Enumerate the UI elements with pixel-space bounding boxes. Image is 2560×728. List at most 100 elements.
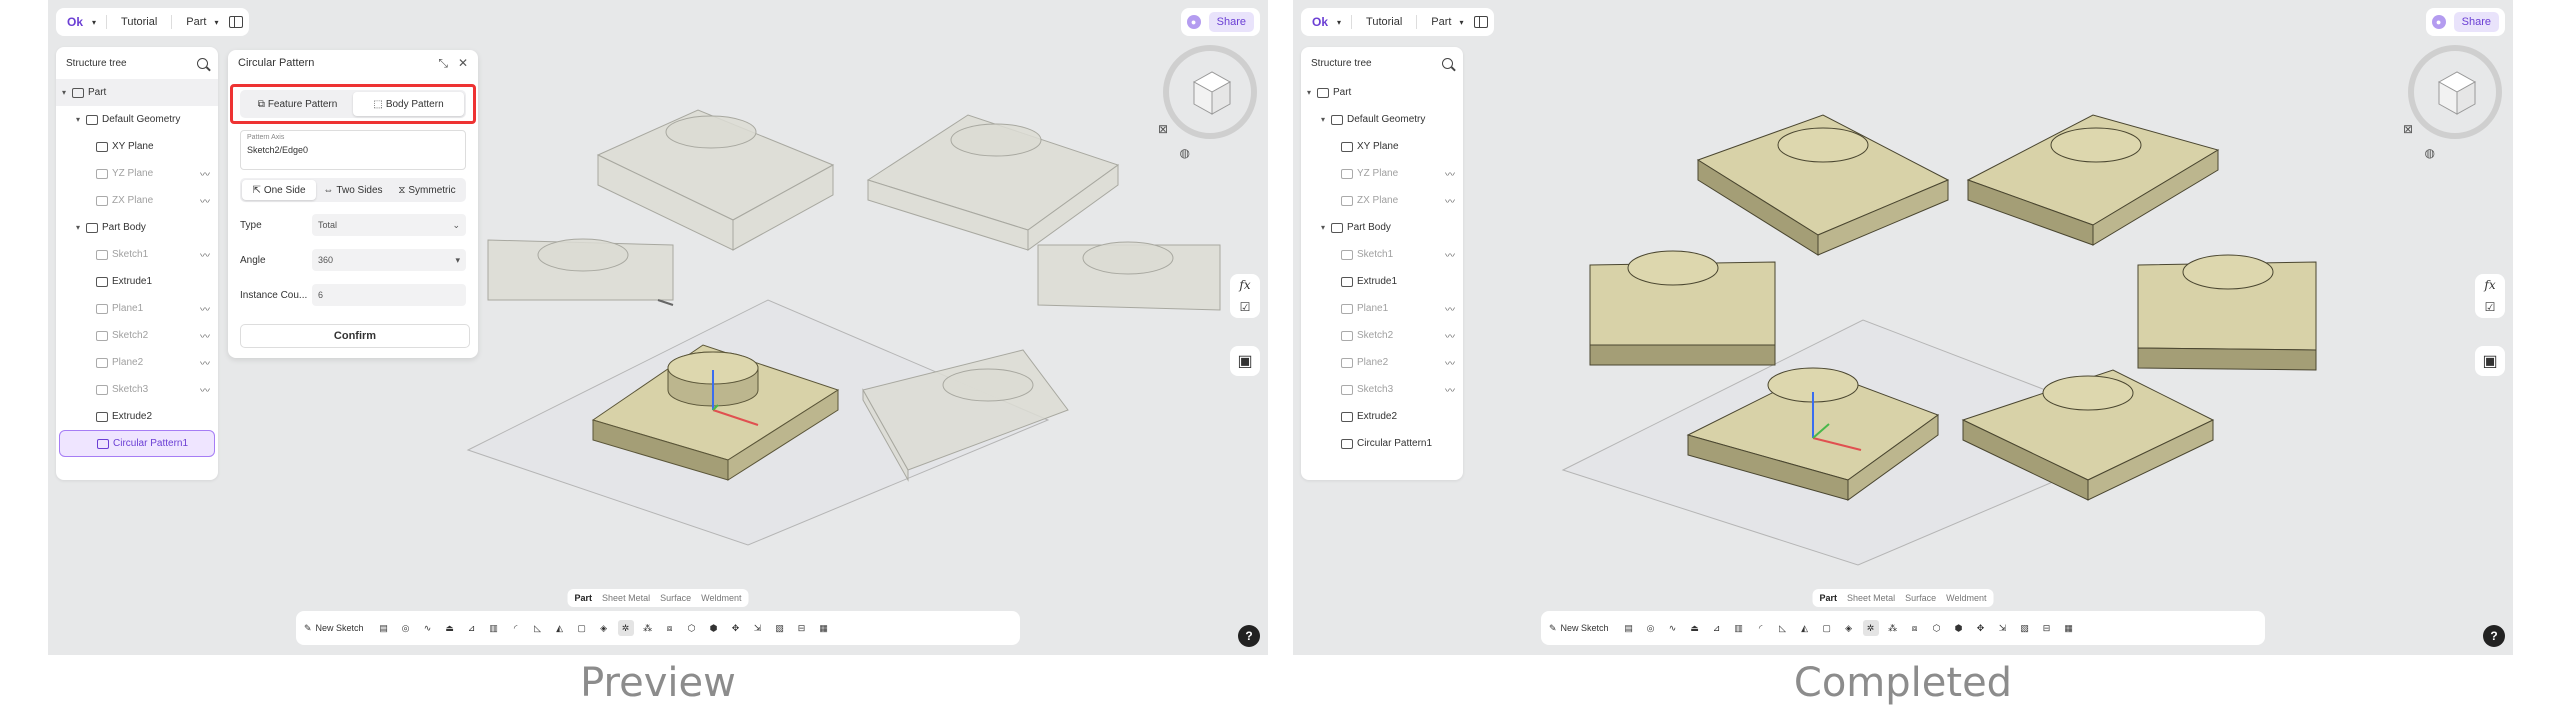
tree-item-sketch1[interactable]: Sketch1 〰 — [1301, 241, 1463, 268]
scale-tool-icon[interactable]: ⇲ — [1995, 620, 2011, 636]
new-sketch-button[interactable]: ✎ New Sketch — [304, 623, 370, 634]
inspector-panel-button[interactable]: ▣ — [1230, 346, 1260, 376]
shell-tool-icon[interactable]: ▢ — [574, 620, 590, 636]
tree-item-extrude2[interactable]: Extrude2 — [56, 403, 218, 430]
formula-icon[interactable]: fx — [1239, 278, 1250, 292]
mirror-tool-icon[interactable]: ⧈ — [1907, 620, 1923, 636]
tree-item-part[interactable]: ▾ Part — [56, 79, 218, 106]
draft-tool-icon[interactable]: ◭ — [552, 620, 568, 636]
tree-item-plane1[interactable]: Plane1 〰 — [1301, 295, 1463, 322]
eye-hidden-icon[interactable]: 〰 — [200, 247, 210, 262]
angle-input[interactable]: 360 ▾ — [312, 249, 466, 271]
share-button[interactable]: Share — [1208, 12, 1254, 32]
tree-item-zx-plane[interactable]: ZX Plane 〰 — [1301, 187, 1463, 214]
draft-tool-icon[interactable]: ◭ — [1797, 620, 1813, 636]
tree-item-sketch2[interactable]: Sketch2 〰 — [56, 322, 218, 349]
tab-sheet-metal[interactable]: Sheet Metal — [1842, 591, 1900, 605]
tree-item-default-geometry[interactable]: ▾ Default Geometry — [56, 106, 218, 133]
chevron-down-icon[interactable]: ▾ — [76, 115, 86, 124]
close-icon[interactable]: ✕ — [458, 56, 468, 71]
more-tools-icon[interactable]: ▦ — [816, 620, 832, 636]
tree-item-zx-plane[interactable]: ZX Plane 〰 — [56, 187, 218, 214]
circular-pattern-tool-icon[interactable]: ✲ — [1862, 620, 1879, 636]
chevron-down-icon[interactable]: ▾ — [1337, 18, 1341, 27]
two-sides-option[interactable]: ⇔ Two Sides — [316, 180, 390, 200]
chevron-down-icon[interactable]: ▾ — [62, 88, 72, 97]
user-avatar-icon[interactable]: ● — [2431, 15, 2446, 29]
eye-hidden-icon[interactable]: 〰 — [200, 193, 210, 208]
fillet-tool-icon[interactable]: ◜ — [1753, 620, 1769, 636]
eye-hidden-icon[interactable]: 〰 — [1445, 355, 1455, 370]
eye-hidden-icon[interactable]: 〰 — [1445, 247, 1455, 262]
shell-tool-icon[interactable]: ▢ — [1819, 620, 1835, 636]
chamfer-tool-icon[interactable]: ◺ — [1775, 620, 1791, 636]
eye-hidden-icon[interactable]: 〰 — [200, 355, 210, 370]
eye-hidden-icon[interactable]: 〰 — [200, 328, 210, 343]
view-cube[interactable] — [2407, 44, 2503, 140]
confirm-button[interactable]: Confirm — [240, 324, 470, 348]
tree-item-xy-plane[interactable]: XY Plane — [56, 133, 218, 160]
eye-hidden-icon[interactable]: 〰 — [1445, 328, 1455, 343]
tree-item-sketch3[interactable]: Sketch3 〰 — [56, 376, 218, 403]
fit-view-icon[interactable]: ⊠ — [1158, 122, 1168, 136]
tab-weldment[interactable]: Weldment — [696, 591, 746, 605]
one-side-option[interactable]: ⇱ One Side — [242, 180, 316, 200]
sweep-tool-icon[interactable]: ∿ — [420, 620, 436, 636]
hole-tool-icon[interactable]: ◈ — [596, 620, 612, 636]
tab-sheet-metal[interactable]: Sheet Metal — [597, 591, 655, 605]
tree-item-sketch3[interactable]: Sketch3 〰 — [1301, 376, 1463, 403]
hole-tool-icon[interactable]: ◈ — [1841, 620, 1857, 636]
tree-item-yz-plane[interactable]: YZ Plane 〰 — [56, 160, 218, 187]
eye-hidden-icon[interactable]: 〰 — [1445, 166, 1455, 181]
rib-tool-icon[interactable]: ⊿ — [1709, 620, 1725, 636]
tab-surface[interactable]: Surface — [655, 591, 696, 605]
loft-tool-icon[interactable]: ⏏ — [442, 620, 458, 636]
linear-pattern-tool-icon[interactable]: ⁂ — [1885, 620, 1901, 636]
new-sketch-button[interactable]: ✎ New Sketch — [1549, 623, 1615, 634]
fit-view-icon[interactable]: ⊠ — [2403, 122, 2413, 136]
move-body-tool-icon[interactable]: ✥ — [728, 620, 744, 636]
tab-part[interactable]: Part — [1815, 591, 1843, 605]
tab-part[interactable]: Part — [570, 591, 598, 605]
tab-surface[interactable]: Surface — [1900, 591, 1941, 605]
tab-weldment[interactable]: Weldment — [1941, 591, 1991, 605]
scale-tool-icon[interactable]: ⇲ — [750, 620, 766, 636]
symmetric-option[interactable]: ⧖ Symmetric — [390, 180, 464, 200]
tree-item-circular-pattern1[interactable]: Circular Pattern1 — [1301, 430, 1463, 457]
view-cube[interactable] — [1162, 44, 1258, 140]
extrude-tool-icon[interactable]: ▤ — [1621, 620, 1637, 636]
split-tool-icon[interactable]: ⬢ — [1951, 620, 1967, 636]
checklist-icon[interactable]: ☑ — [2485, 300, 2496, 314]
tree-item-sketch2[interactable]: Sketch2 〰 — [1301, 322, 1463, 349]
toggle-panel-icon[interactable] — [228, 16, 243, 28]
chevron-down-icon[interactable]: ▾ — [92, 18, 96, 27]
eye-hidden-icon[interactable]: 〰 — [200, 382, 210, 397]
chevron-down-icon[interactable]: ▾ — [214, 18, 218, 27]
part-menu[interactable]: Part — [182, 14, 210, 30]
search-icon[interactable] — [1442, 57, 1453, 69]
app-logo[interactable]: Ok — [1307, 12, 1333, 32]
pattern-axis-field[interactable]: Pattern Axis Sketch2/Edge0 — [240, 130, 466, 170]
instance-count-input[interactable]: 6 — [312, 284, 466, 306]
toggle-panel-icon[interactable] — [1473, 16, 1488, 28]
eye-hidden-icon[interactable]: 〰 — [200, 166, 210, 181]
inspector-panel-button[interactable]: ▣ — [2475, 346, 2505, 376]
help-button[interactable]: ? — [2483, 625, 2505, 647]
split-tool-icon[interactable]: ⬢ — [706, 620, 722, 636]
tree-item-xy-plane[interactable]: XY Plane — [1301, 133, 1463, 160]
section-tool-icon[interactable]: ⊟ — [794, 620, 810, 636]
combine-tool-icon[interactable]: ⬡ — [684, 620, 700, 636]
more-tools-icon[interactable]: ▦ — [2061, 620, 2077, 636]
chevron-down-icon[interactable]: ▾ — [76, 223, 86, 232]
tree-item-extrude1[interactable]: Extrude1 — [1301, 268, 1463, 295]
tree-item-plane1[interactable]: Plane1 〰 — [56, 295, 218, 322]
viewport-3d[interactable] — [1293, 0, 2513, 655]
eye-hidden-icon[interactable]: 〰 — [200, 301, 210, 316]
type-select[interactable]: Total ⌄ — [312, 214, 466, 236]
view-settings-icon[interactable]: ◍ — [2425, 146, 2435, 160]
tree-item-plane2[interactable]: Plane2 〰 — [56, 349, 218, 376]
linear-pattern-tool-icon[interactable]: ⁂ — [640, 620, 656, 636]
revolve-tool-icon[interactable]: ◎ — [398, 620, 414, 636]
breadcrumb-tutorial[interactable]: Tutorial — [117, 14, 161, 30]
chevron-down-icon[interactable]: ▾ — [1307, 88, 1317, 97]
